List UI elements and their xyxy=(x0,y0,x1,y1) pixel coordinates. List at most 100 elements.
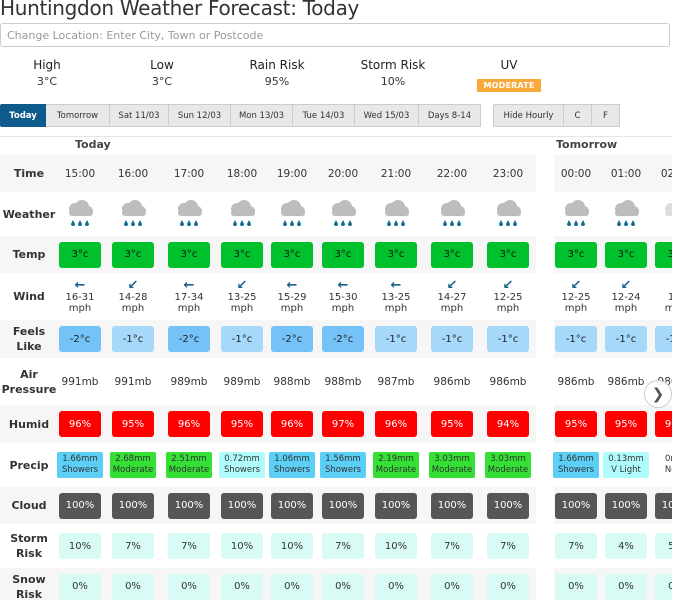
storm-badge: 5% xyxy=(655,533,672,559)
cloud-cell: 100% xyxy=(216,487,268,524)
cloud-cell: 100% xyxy=(266,487,318,524)
row-temp: Temp 3°c 3°c 3°c 3°c 3°c 3°c 3°c 3°c 3°c 3°c 3°c 3°c xyxy=(0,236,672,273)
row-storm: Storm Risk 10% 7% 7% 10% 10% 7% 10% 7% 7% 7% 4% 5% xyxy=(0,524,672,568)
tab-tue-14-03[interactable]: Tue 14/03 xyxy=(293,104,355,127)
temp-badge: 3°c xyxy=(431,241,473,268)
precip-cell: 3.03mm Moderate xyxy=(426,443,478,487)
row-label-precip: Precip xyxy=(9,458,49,472)
storm-risk-label: Storm Risk xyxy=(360,58,426,72)
weather-cell xyxy=(163,192,215,236)
wind-unit: mph xyxy=(664,302,672,314)
pressure-cell: 988mb xyxy=(273,375,311,388)
temp-cell: 3°c xyxy=(600,236,652,273)
wind-direction-icon: ↙ xyxy=(502,277,514,293)
scroll-right-button[interactable]: ❯ xyxy=(644,380,672,408)
temp-cell: 3°c xyxy=(550,236,602,273)
humid-cell: 95% xyxy=(550,405,602,443)
precip-amount: 1.56mm xyxy=(325,454,361,464)
temp-badge: 3°c xyxy=(322,241,364,268)
feels-cell: -2°c xyxy=(54,320,106,358)
feels-cell: -1°c xyxy=(426,320,478,358)
snow-badge: 0% xyxy=(655,573,672,600)
chevron-right-icon: ❯ xyxy=(651,385,665,403)
tab-sat-11-03[interactable]: Sat 11/03 xyxy=(110,104,169,127)
feels-badge: -2°c xyxy=(59,326,101,352)
tab-today[interactable]: Today xyxy=(0,104,46,127)
summary-storm-risk: Storm Risk 10% xyxy=(348,58,438,90)
wind-unit: mph xyxy=(331,302,355,314)
precip-cell: 2.19mm Moderate xyxy=(370,443,422,487)
snow-badge: 0% xyxy=(322,573,364,600)
location-search-input[interactable] xyxy=(0,23,670,47)
humid-cell: 97% xyxy=(317,405,369,443)
feels-cell: -1°c xyxy=(482,320,534,358)
humid-cell: 96% xyxy=(266,405,318,443)
toggle-hide-hourly[interactable]: Hide Hourly xyxy=(493,104,564,127)
storm-badge: 7% xyxy=(555,533,597,559)
wind-unit: mph xyxy=(614,302,638,314)
cloud-cell: 100% xyxy=(107,487,159,524)
precip-amount: 3.03mm xyxy=(490,454,526,464)
storm-cell: 10% xyxy=(370,524,422,568)
hourly-forecast-table: Time 15:00 16:00 17:00 18:00 19:00 20:00 21:00 2… xyxy=(0,155,672,600)
tab-mon-13-03[interactable]: Mon 13/03 xyxy=(231,104,293,127)
time-cell: 23:00 xyxy=(492,167,524,180)
snow-cell: 0% xyxy=(317,568,369,600)
feels-cell: -1°c xyxy=(370,320,422,358)
precip-badge: 1.66mm Showers xyxy=(553,452,599,478)
cloud-cell: 100% xyxy=(163,487,215,524)
cloud-badge: 100% xyxy=(59,492,101,519)
weather-cell xyxy=(54,192,106,236)
snow-cell: 0% xyxy=(600,568,652,600)
tab-days-8-14[interactable]: Days 8-14 xyxy=(419,104,481,127)
toggle-f[interactable]: F xyxy=(592,104,620,127)
precip-cell: 1.66mm Showers xyxy=(550,443,602,487)
precip-type: Moderate xyxy=(431,465,473,475)
row-weather: Weather xyxy=(0,192,672,236)
precip-type: Moderate xyxy=(375,465,417,475)
humid-badge: 97% xyxy=(322,411,364,437)
heavy-rain-icon xyxy=(497,200,521,226)
humid-cell: 94% xyxy=(482,405,534,443)
toggle-c[interactable]: C xyxy=(564,104,592,127)
row-label-weather: Weather xyxy=(2,207,56,221)
pressure-cell: 986mb xyxy=(557,375,595,388)
snow-cell: 0% xyxy=(370,568,422,600)
precip-badge: 1.66mm Showers xyxy=(57,452,103,478)
humid-cell: 95% xyxy=(107,405,159,443)
precip-type: Showers xyxy=(557,465,595,475)
tab-wed-15-03[interactable]: Wed 15/03 xyxy=(355,104,419,127)
wind-cell: ← 17-34 mph xyxy=(163,273,215,320)
wind-speed: 12-25 xyxy=(561,291,591,303)
wind-unit: mph xyxy=(177,302,201,314)
temp-badge: 3°c xyxy=(221,241,263,268)
temp-badge: 3°c xyxy=(59,241,101,268)
precip-cell: 0.13mm V Light xyxy=(600,443,652,487)
humid-cell: 96% xyxy=(54,405,106,443)
feels-badge: -2°c xyxy=(168,326,210,352)
temp-cell: 3°c xyxy=(317,236,369,273)
heavy-rain-icon xyxy=(231,200,255,226)
snow-badge: 0% xyxy=(271,573,313,600)
storm-badge: 10% xyxy=(221,533,263,559)
uv-badge: MODERATE xyxy=(477,79,541,92)
feels-cell: -2°c xyxy=(266,320,318,358)
cloud-badge: 100% xyxy=(555,492,597,519)
time-cell: 22:00 xyxy=(436,167,468,180)
precip-cell: 1.56mm Showers xyxy=(317,443,369,487)
storm-badge: 10% xyxy=(375,533,417,559)
today-summary: High 3°C Low 3°C Rain Risk 95% Storm Ris… xyxy=(0,58,682,94)
snow-cell: 0% xyxy=(107,568,159,600)
precip-badge: 0.72mm Showers xyxy=(219,452,265,478)
wind-cell: ← 16-31 mph xyxy=(54,273,106,320)
storm-badge: 7% xyxy=(487,533,529,559)
snow-badge: 0% xyxy=(375,573,417,600)
tab-sun-12-03[interactable]: Sun 12/03 xyxy=(169,104,231,127)
storm-badge: 7% xyxy=(112,533,154,559)
storm-cell: 7% xyxy=(163,524,215,568)
tab-tomorrow[interactable]: Tomorrow xyxy=(46,104,110,127)
heavy-rain-icon xyxy=(332,200,356,226)
cloud-cell: 100% xyxy=(550,487,602,524)
cloud-cell: 100% xyxy=(370,487,422,524)
weather-cell xyxy=(482,192,534,236)
